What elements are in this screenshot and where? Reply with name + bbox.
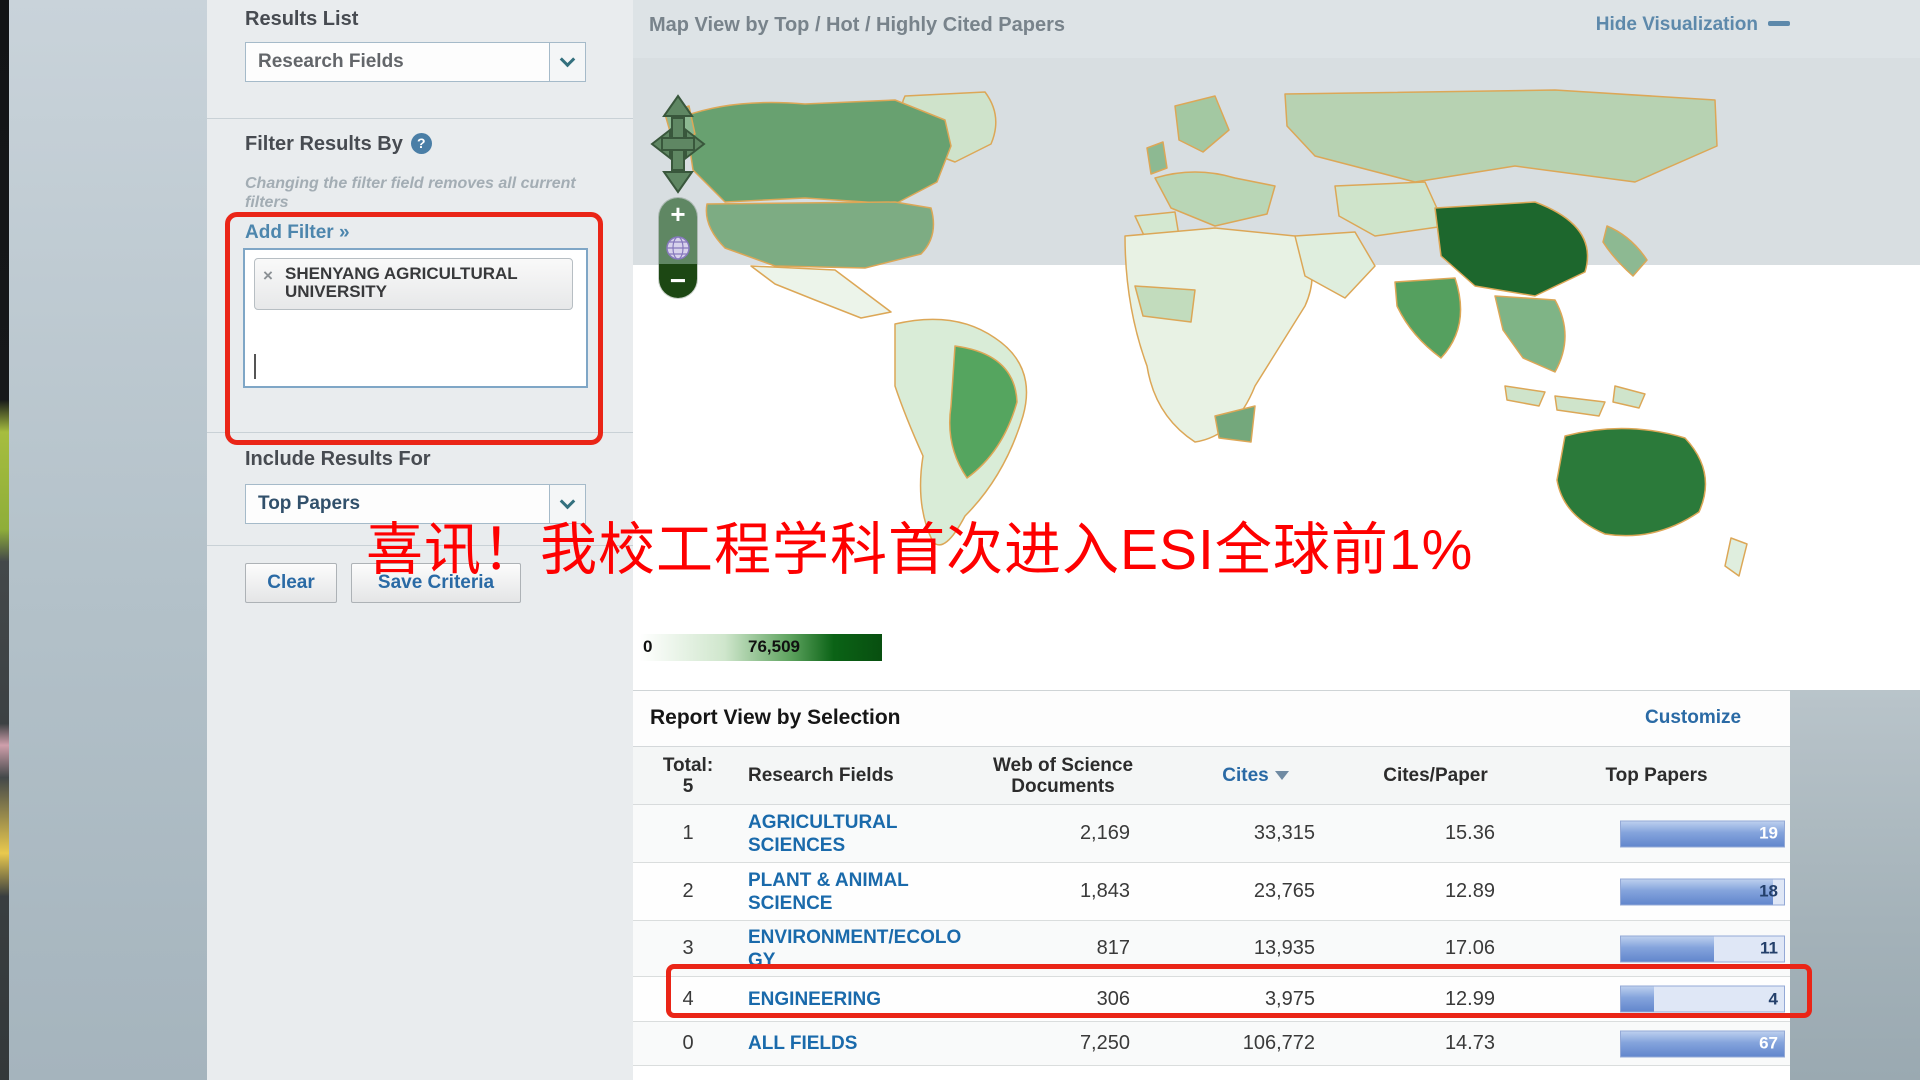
map-title: Map View by Top / Hot / Highly Cited Pap…	[649, 14, 1065, 37]
bar-value: 18	[1759, 882, 1778, 902]
bar-value: 19	[1759, 824, 1778, 844]
top-papers-bar: 67	[1523, 1022, 1790, 1065]
results-list-dropdown[interactable]: Research Fields	[245, 42, 586, 82]
include-results-title: Include Results For	[245, 448, 431, 471]
background-panel	[9, 0, 207, 1080]
customize-link[interactable]: Customize	[1645, 707, 1741, 729]
rank-cell: 2	[633, 880, 743, 903]
cites-cell: 33,315	[1163, 822, 1348, 845]
top-papers-bar: 18	[1523, 863, 1790, 920]
cites-cell: 13,935	[1163, 937, 1348, 960]
cpp-cell: 17.06	[1348, 937, 1523, 960]
rank-cell: 0	[633, 1032, 743, 1055]
hide-visualization-link[interactable]: Hide Visualization	[1596, 14, 1790, 36]
filter-note: Changing the filter field removes all cu…	[245, 174, 581, 212]
rank-cell: 1	[633, 822, 743, 845]
annotation-box-filter	[225, 212, 603, 445]
docs-cell: 817	[963, 937, 1163, 960]
table-row: 1 AGRICULTURAL SCIENCES 2,169 33,315 15.…	[633, 805, 1790, 863]
results-list-value: Research Fields	[246, 51, 549, 73]
report-table: Total: 5 Research Fields Web of Science …	[633, 747, 1790, 1066]
top-papers-bar: 19	[1523, 805, 1790, 862]
cites-cell: 106,772	[1163, 1032, 1348, 1055]
legend-min: 0	[643, 637, 652, 657]
table-row: 0 ALL FIELDS 7,250 106,772 14.73 67	[633, 1022, 1790, 1066]
results-list-title: Results List	[245, 8, 358, 31]
field-link[interactable]: PLANT & ANIMAL SCIENCE	[748, 870, 908, 914]
docs-cell: 2,169	[963, 822, 1163, 845]
clear-button[interactable]: Clear	[245, 563, 337, 603]
map-legend: 0 76,509	[640, 634, 882, 661]
rank-cell: 3	[633, 937, 743, 960]
cpp-cell: 15.36	[1348, 822, 1523, 845]
divider	[207, 118, 633, 119]
docs-cell: 7,250	[963, 1032, 1163, 1055]
desktop-edge-sliver	[0, 0, 9, 1080]
chevron-down-icon[interactable]	[549, 43, 585, 81]
zoom-in-button[interactable]: +	[659, 198, 697, 231]
total-header: Total: 5	[633, 755, 743, 797]
cpp-cell: 14.73	[1348, 1032, 1523, 1055]
cpp-cell: 12.89	[1348, 880, 1523, 903]
esi-app-window: Results List Research Fields Filter Resu…	[0, 0, 1920, 1080]
map-header: Map View by Top / Hot / Highly Cited Pap…	[633, 0, 1920, 58]
bar-value: 67	[1759, 1034, 1778, 1054]
annotation-box-engineering-row	[666, 964, 1812, 1018]
cites-cell: 23,765	[1163, 880, 1348, 903]
docs-cell: 1,843	[963, 880, 1163, 903]
field-link[interactable]: AGRICULTURAL SCIENCES	[748, 812, 897, 856]
legend-max: 76,509	[748, 637, 800, 657]
background-panel-right	[1790, 690, 1920, 1080]
minus-icon	[1768, 21, 1790, 26]
pan-control[interactable]	[650, 94, 706, 194]
zoom-control: + −	[659, 198, 697, 298]
help-icon[interactable]: ?	[411, 133, 432, 154]
research-fields-header[interactable]: Research Fields	[743, 765, 963, 787]
announcement-text: 喜讯！我校工程学科首次进入ESI全球前1%	[366, 504, 1473, 586]
cites-header[interactable]: Cites	[1163, 765, 1348, 786]
filter-results-title: Filter Results By?	[245, 133, 432, 156]
report-header: Report View by Selection Customize	[633, 690, 1790, 747]
globe-icon	[665, 235, 691, 261]
report-title: Report View by Selection	[650, 706, 901, 730]
field-link[interactable]: ALL FIELDS	[748, 1033, 857, 1054]
map-canvas: + − 0 76,509	[633, 58, 1920, 690]
sort-desc-icon	[1275, 771, 1289, 780]
globe-button[interactable]	[659, 231, 697, 264]
wos-documents-header[interactable]: Web of Science Documents	[963, 755, 1163, 797]
bar-value: 11	[1760, 939, 1778, 959]
top-papers-header[interactable]: Top Papers	[1523, 765, 1790, 786]
cites-per-paper-header[interactable]: Cites/Paper	[1348, 765, 1523, 786]
table-header-row: Total: 5 Research Fields Web of Science …	[633, 747, 1790, 805]
table-row: 2 PLANT & ANIMAL SCIENCE 1,843 23,765 12…	[633, 863, 1790, 921]
